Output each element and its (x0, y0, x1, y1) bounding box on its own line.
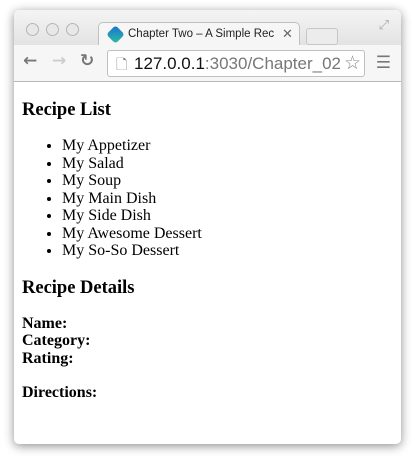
page-content: Recipe List My Appetizer My Salad My Sou… (22, 82, 392, 402)
directions-label: Directions: (22, 384, 98, 401)
reload-icon[interactable]: ↻ (80, 51, 94, 71)
list-item: My Main Dish (62, 190, 392, 208)
recipe-details-heading: Recipe Details (22, 277, 135, 298)
close-window-button[interactable] (26, 23, 39, 36)
address-bar[interactable]: 🗋 127.0.0.1:3030/Chapter_02/w ☆ (107, 50, 365, 77)
forward-arrow-icon[interactable]: → (52, 51, 66, 71)
url-host: 127.0.0.1 (134, 54, 205, 73)
back-arrow-icon[interactable]: ← (23, 51, 37, 71)
page-icon: 🗋 (116, 56, 128, 72)
url-text[interactable]: 127.0.0.1:3030/Chapter_02/w (134, 54, 340, 74)
fullscreen-icon[interactable]: ⤢ (379, 18, 389, 33)
title-bar: Chapter Two – A Simple Recipe Book ✕ ⤢ (14, 10, 401, 46)
recipe-list: My Appetizer My Salad My Soup My Main Di… (22, 137, 392, 260)
list-item: My Appetizer (62, 137, 392, 155)
menu-icon[interactable]: ☰ (376, 53, 391, 73)
list-item: My Salad (62, 155, 392, 173)
name-label: Name: (22, 314, 68, 332)
list-item: My Side Dish (62, 207, 392, 225)
favicon-icon (106, 25, 125, 44)
url-path: :3030/Chapter_02/w (204, 54, 340, 73)
list-item: My So-So Dessert (62, 242, 392, 260)
close-tab-icon[interactable]: ✕ (282, 26, 293, 42)
browser-window: Chapter Two – A Simple Recipe Book ✕ ⤢ ←… (14, 10, 401, 444)
recipe-list-heading: Recipe List (22, 100, 111, 120)
toolbar: ← → ↻ 🗋 127.0.0.1:3030/Chapter_02/w ☆ ☰ (14, 45, 401, 82)
list-item: My Awesome Dessert (62, 225, 392, 243)
minimize-window-button[interactable] (46, 23, 59, 36)
rating-label: Rating: (22, 349, 74, 367)
tab-title: Chapter Two – A Simple Recipe Book (128, 28, 274, 40)
new-tab-button[interactable] (306, 28, 338, 45)
category-label: Category: (22, 332, 91, 349)
zoom-window-button[interactable] (66, 23, 79, 36)
browser-tab[interactable]: Chapter Two – A Simple Recipe Book ✕ (98, 22, 300, 46)
bookmark-star-icon[interactable]: ☆ (344, 52, 361, 75)
list-item: My Soup (62, 172, 392, 190)
